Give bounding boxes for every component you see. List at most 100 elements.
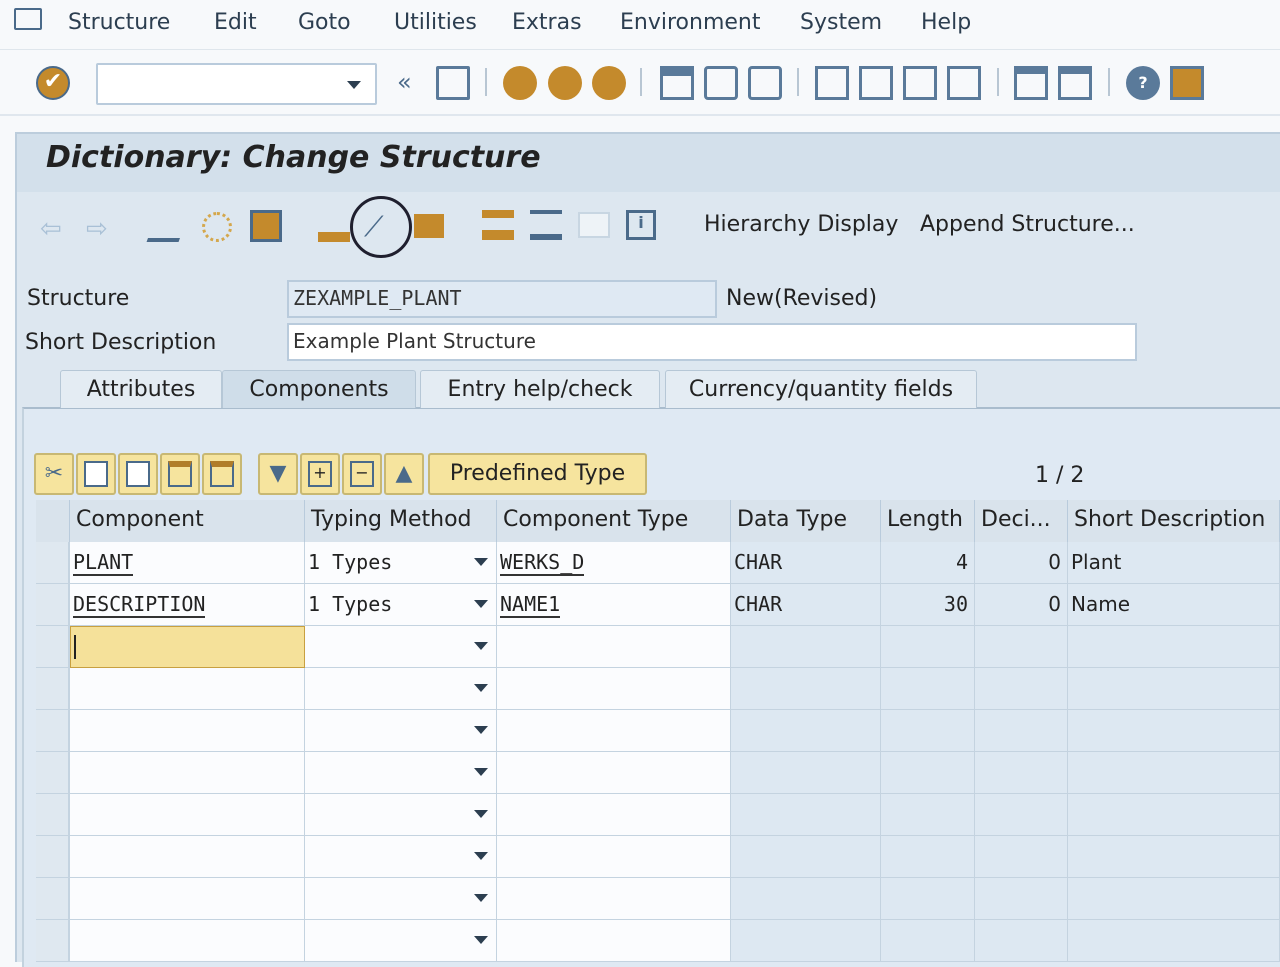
menu-utilities[interactable]: Utilities — [394, 10, 477, 35]
column-header-decimals[interactable]: Deci... — [975, 500, 1068, 542]
enter-icon[interactable]: ✔ — [36, 66, 70, 100]
cell-typing-method[interactable] — [305, 794, 497, 836]
collapse-icon[interactable]: « — [397, 68, 412, 96]
column-header-typing-method[interactable]: Typing Method — [305, 500, 497, 542]
back-arrow-icon[interactable]: ⇦ — [40, 214, 62, 244]
chevron-down-icon[interactable] — [474, 810, 488, 818]
cell-component-type[interactable] — [497, 920, 731, 962]
cell-typing-method[interactable] — [305, 710, 497, 752]
column-header-short-description[interactable]: Short Description — [1068, 500, 1280, 542]
find-icon[interactable] — [704, 66, 738, 100]
hierarchy-icon[interactable] — [482, 210, 514, 240]
cell-typing-method[interactable] — [305, 626, 497, 668]
row-selector[interactable] — [36, 878, 70, 920]
next-page-icon[interactable] — [903, 66, 937, 100]
hierarchy-display-button[interactable]: Hierarchy Display — [704, 212, 898, 237]
insert-row-button[interactable] — [160, 453, 200, 495]
cell-component-focused[interactable] — [70, 626, 305, 668]
chevron-down-icon[interactable] — [474, 642, 488, 650]
menu-environment[interactable]: Environment — [620, 10, 760, 35]
copy-button[interactable] — [76, 453, 116, 495]
save-icon[interactable] — [436, 66, 470, 100]
cell-component[interactable] — [70, 794, 305, 836]
list-icon[interactable] — [530, 210, 562, 240]
chevron-down-icon[interactable] — [474, 726, 488, 734]
cell-typing-method[interactable] — [305, 920, 497, 962]
chevron-down-icon[interactable] — [474, 558, 488, 566]
info-icon[interactable]: i — [626, 210, 656, 240]
menu-goto[interactable]: Goto — [298, 10, 351, 35]
column-header-data-type[interactable]: Data Type — [731, 500, 881, 542]
cell-component[interactable] — [70, 668, 305, 710]
chevron-down-icon[interactable] — [474, 684, 488, 692]
chevron-down-icon[interactable] — [474, 852, 488, 860]
cancel-icon[interactable] — [592, 66, 626, 100]
paste-button[interactable] — [118, 453, 158, 495]
cell-component-type[interactable]: NAME1 — [497, 584, 731, 626]
tab-attributes[interactable]: Attributes — [60, 370, 222, 408]
magic-wand-icon[interactable]: ⟋ — [364, 210, 384, 244]
menu-help[interactable]: Help — [921, 10, 971, 35]
cell-typing-method[interactable]: 1 Types — [305, 584, 497, 626]
column-header-length[interactable]: Length — [881, 500, 975, 542]
cell-typing-method[interactable] — [305, 668, 497, 710]
cell-component-type[interactable]: WERKS_D — [497, 542, 731, 584]
cut-button[interactable]: ✂ — [34, 453, 74, 495]
menu-icon[interactable] — [14, 8, 42, 30]
cell-typing-method[interactable]: 1 Types — [305, 542, 497, 584]
predefined-type-button[interactable]: Predefined Type — [428, 453, 647, 495]
chevron-down-icon[interactable] — [347, 81, 361, 89]
row-selector[interactable] — [36, 584, 70, 626]
where-used-icon[interactable] — [318, 210, 350, 242]
tab-entry-help[interactable]: Entry help/check — [420, 370, 660, 408]
cell-component[interactable]: DESCRIPTION — [70, 584, 305, 626]
cell-component[interactable] — [70, 836, 305, 878]
cell-typing-method[interactable] — [305, 878, 497, 920]
short-description-field[interactable]: Example Plant Structure — [287, 323, 1137, 361]
row-selector[interactable] — [36, 542, 70, 584]
row-selector[interactable] — [36, 836, 70, 878]
delete-row-button[interactable] — [202, 453, 242, 495]
menu-edit[interactable]: Edit — [214, 10, 257, 35]
find-next-icon[interactable] — [748, 66, 782, 100]
shortcut-icon[interactable] — [1058, 66, 1092, 100]
scroll-down-button[interactable]: ▼ — [258, 453, 298, 495]
cell-component[interactable] — [70, 752, 305, 794]
cell-component[interactable] — [70, 710, 305, 752]
table-icon[interactable] — [578, 212, 610, 238]
command-input[interactable] — [98, 65, 328, 99]
prev-page-icon[interactable] — [859, 66, 893, 100]
column-header-component[interactable]: Component — [70, 500, 305, 542]
cell-component[interactable]: PLANT — [70, 542, 305, 584]
command-field[interactable] — [96, 63, 377, 105]
customize-icon[interactable] — [1170, 66, 1204, 100]
cell-typing-method[interactable] — [305, 836, 497, 878]
navigate-icon[interactable] — [414, 214, 444, 238]
cell-component-type[interactable] — [497, 626, 731, 668]
row-selector[interactable] — [36, 920, 70, 962]
expand-button[interactable]: + — [300, 453, 340, 495]
collapse-button[interactable]: − — [342, 453, 382, 495]
chevron-down-icon[interactable] — [474, 600, 488, 608]
cell-typing-method[interactable] — [305, 752, 497, 794]
new-session-icon[interactable] — [1014, 66, 1048, 100]
row-selector[interactable] — [36, 626, 70, 668]
tab-components[interactable]: Components — [222, 370, 416, 408]
row-selector[interactable] — [36, 752, 70, 794]
row-selector[interactable] — [36, 668, 70, 710]
cell-component-type[interactable] — [497, 710, 731, 752]
menu-extras[interactable]: Extras — [512, 10, 582, 35]
chevron-down-icon[interactable] — [474, 768, 488, 776]
help-icon[interactable]: ? — [1126, 66, 1160, 100]
back-icon[interactable] — [503, 66, 537, 100]
cell-component[interactable] — [70, 920, 305, 962]
cell-component-type[interactable] — [497, 752, 731, 794]
cell-component-type[interactable] — [497, 668, 731, 710]
chevron-down-icon[interactable] — [474, 936, 488, 944]
column-header-component-type[interactable]: Component Type — [497, 500, 731, 542]
first-page-icon[interactable] — [815, 66, 849, 100]
cell-component[interactable] — [70, 878, 305, 920]
append-structure-button[interactable]: Append Structure... — [920, 212, 1135, 237]
last-page-icon[interactable] — [947, 66, 981, 100]
row-selector[interactable] — [36, 710, 70, 752]
